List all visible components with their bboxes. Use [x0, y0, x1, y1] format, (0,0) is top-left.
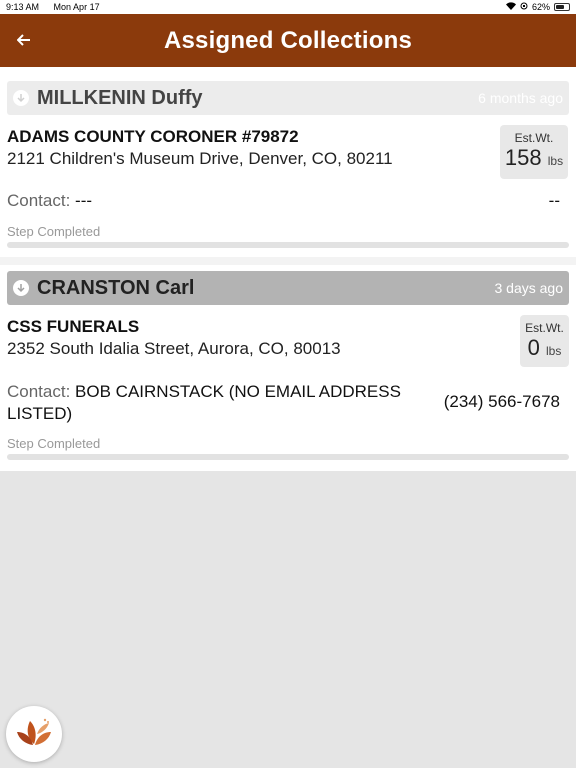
status-bar: 9:13 AM Mon Apr 17 62% [0, 0, 576, 14]
page-title: Assigned Collections [163, 26, 413, 54]
est-weight-box: Est.Wt. 0 lbs [520, 315, 569, 367]
contact-line: Contact: --- [7, 190, 92, 212]
battery-percent: 62% [531, 2, 550, 12]
arrow-down-circle-icon [13, 280, 29, 296]
orientation-lock-icon [520, 2, 528, 12]
leaf-logo-icon [15, 716, 53, 753]
time-ago: 6 months ago [478, 90, 563, 106]
time-ago: 3 days ago [494, 280, 564, 296]
status-time: 9:13 AM [6, 2, 40, 12]
collection-card[interactable]: CRANSTON Carl 3 days ago CSS FUNERALS 23… [0, 265, 576, 471]
wifi-icon [505, 2, 516, 12]
est-weight-label: Est.Wt. [514, 131, 554, 145]
decedent-name: CRANSTON Carl [37, 276, 195, 299]
est-weight-value: 158 [504, 145, 542, 170]
collection-header[interactable]: MILLKENIN Duffy 6 months ago [7, 81, 569, 115]
est-weight-label: Est.Wt. [525, 321, 564, 335]
contact-label: Contact: [7, 191, 71, 210]
est-weight-value: 0 [527, 335, 540, 360]
contact-value: --- [75, 191, 93, 210]
contact-phone[interactable]: -- [549, 191, 560, 211]
step-label: Step Completed [7, 224, 101, 239]
arrow-down-circle-icon [13, 90, 29, 106]
collection-card[interactable]: MILLKENIN Duffy 6 months ago ADAMS COUNT… [0, 67, 576, 257]
collection-list: MILLKENIN Duffy 6 months ago ADAMS COUNT… [0, 67, 576, 471]
company-name: CSS FUNERALS [7, 317, 140, 336]
battery-icon [554, 3, 570, 11]
nav-bar: Assigned Collections [0, 14, 576, 67]
contact-phone[interactable]: (234) 566-7678 [444, 392, 560, 412]
est-weight-unit: lbs [546, 344, 562, 358]
decedent-name: MILLKENIN Duffy [37, 86, 203, 109]
back-button[interactable] [12, 14, 36, 67]
address: 2121 Children's Museum Drive, Denver, CO… [7, 149, 393, 168]
arrow-left-icon [16, 30, 31, 51]
status-date: Mon Apr 17 [53, 2, 100, 12]
separator [0, 257, 576, 265]
est-weight-box: Est.Wt. 158 lbs [500, 125, 568, 179]
contact-line: Contact: BOB CAIRNSTACK (NO EMAIL ADDRES… [7, 381, 417, 425]
progress-bar [7, 454, 569, 460]
app-logo-button[interactable] [6, 706, 62, 762]
address: 2352 South Idalia Street, Aurora, CO, 80… [7, 339, 341, 358]
step-label: Step Completed [7, 436, 101, 451]
collection-header[interactable]: CRANSTON Carl 3 days ago [7, 271, 569, 305]
est-weight-unit: lbs [547, 154, 564, 168]
company-name: ADAMS COUNTY CORONER #79872 [7, 127, 299, 146]
progress-bar [7, 242, 569, 248]
contact-label: Contact: [7, 382, 71, 401]
